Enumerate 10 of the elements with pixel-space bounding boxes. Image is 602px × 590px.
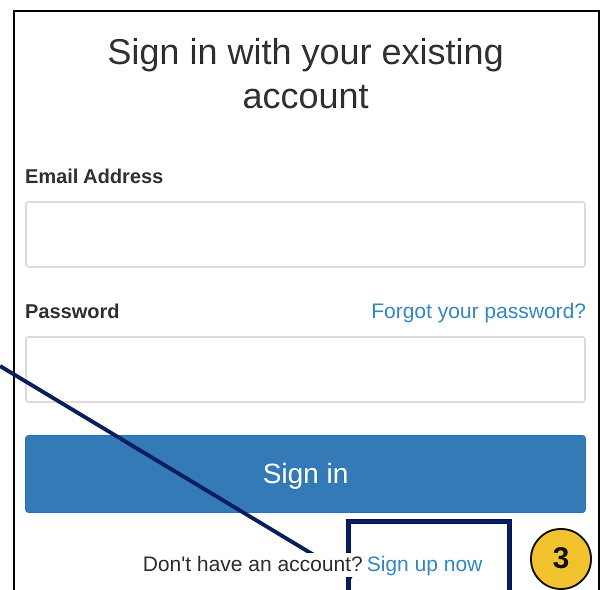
signup-prompt: Don't have an account? (142, 553, 363, 577)
sign-in-button[interactable]: Sign in (25, 435, 586, 513)
input-field[interactable] (25, 336, 586, 403)
heading: Sign in with your existing account (106, 30, 505, 118)
field-label: Email Address (25, 166, 164, 189)
input-field[interactable] (25, 201, 586, 268)
field-label: Password (25, 301, 120, 324)
forgot-password-link[interactable]: Forgot your password? (371, 300, 586, 324)
step-badge: 3 (530, 528, 592, 590)
sign-up-link[interactable]: Sign up now (366, 553, 482, 577)
